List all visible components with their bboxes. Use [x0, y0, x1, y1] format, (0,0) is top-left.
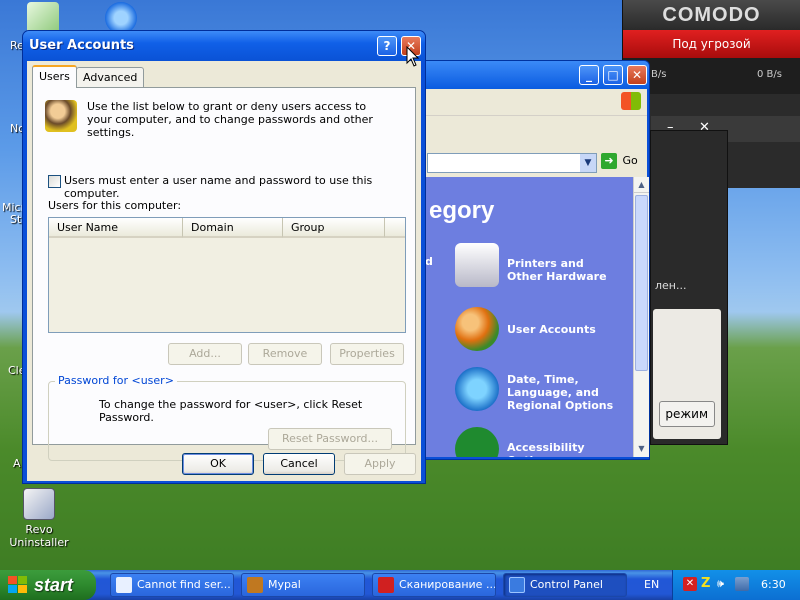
desktop-icon-revo[interactable]: Revo Uninstaller: [4, 488, 74, 549]
go-arrow-icon: ➜: [601, 153, 617, 169]
users-listview[interactable]: User Name Domain Group: [48, 217, 406, 333]
cp-titlebar: _ □ ✕: [421, 61, 649, 89]
taskbar-item-label: Control Panel: [530, 578, 603, 591]
properties-button[interactable]: Properties: [330, 343, 404, 365]
close-button[interactable]: ✕: [627, 65, 647, 85]
column-header-username[interactable]: User Name: [49, 218, 183, 238]
taskbar-item[interactable]: Cannot find ser...: [110, 573, 234, 597]
cp-category-label: Printers and Other Hardware: [507, 257, 607, 283]
taskbar-item-active[interactable]: Control Panel: [503, 573, 627, 597]
speed-in: B/s: [651, 69, 667, 80]
require-login-checkbox[interactable]: [48, 175, 61, 188]
add-button[interactable]: Add...: [168, 343, 242, 365]
tab-advanced[interactable]: Advanced: [76, 67, 145, 87]
accessibility-icon: [455, 427, 499, 457]
start-label: start: [34, 575, 74, 595]
bg-window-text: лен...: [655, 279, 687, 292]
remove-button[interactable]: Remove: [248, 343, 322, 365]
user-accounts-dialog: User Accounts ? ✕ Users Advanced Use the…: [22, 30, 426, 484]
taskbar-item-label: Сканирование ...: [399, 578, 496, 591]
intro-text: Use the list below to grant or deny user…: [87, 100, 373, 139]
language-indicator[interactable]: EN: [644, 578, 659, 591]
maximize-button[interactable]: □: [603, 65, 623, 85]
cp-menubar: [425, 89, 647, 115]
password-text: To change the password for <user>, click…: [99, 398, 363, 424]
control-panel-icon: [509, 577, 525, 593]
network-tray-icon[interactable]: [735, 577, 749, 591]
cancel-button[interactable]: Cancel: [263, 453, 335, 475]
cp-toolbar: [425, 115, 647, 149]
dialog-body: Users Advanced Use the list below to gra…: [27, 61, 421, 481]
cp-left-fragment: d: [425, 255, 433, 268]
dialog-title: User Accounts: [29, 38, 134, 53]
scroll-down-icon[interactable]: ▼: [634, 441, 649, 457]
z-tray-icon[interactable]: Z: [701, 577, 715, 591]
cp-addressbar: ▼ ➜ Go: [425, 149, 647, 177]
cp-category-label: Accessibility Options: [507, 441, 585, 457]
desktop-label-fragment: A: [13, 457, 21, 470]
printer-icon: [455, 243, 499, 287]
column-header-group[interactable]: Group: [283, 218, 385, 238]
control-panel-window: _ □ ✕ ▼ ➜ Go egory d Printers and Other …: [420, 60, 650, 460]
mouse-cursor-icon: [406, 46, 420, 67]
taskbar-item[interactable]: Сканирование ...: [372, 573, 496, 597]
users-icon: [455, 307, 499, 351]
users-label: Users for this computer:: [48, 199, 182, 212]
cp-category-label: Date, Time, Language, and Regional Optio…: [507, 373, 614, 412]
go-button[interactable]: ➜ Go: [601, 153, 641, 173]
column-header-filler: [385, 218, 405, 238]
taskbar-item[interactable]: Mypal: [241, 573, 365, 597]
system-tray: ✕ Z 🕪 6:30: [672, 570, 800, 600]
ok-button[interactable]: OK: [182, 453, 254, 475]
cp-content: egory d Printers and Other Hardware User…: [425, 177, 633, 457]
background-window: лен... режим: [650, 130, 728, 445]
windows-flag-icon: [8, 576, 27, 593]
revo-uninstaller-icon: [23, 488, 55, 520]
windows-logo-icon: [621, 92, 641, 110]
taskbar-item-label: Cannot find ser...: [137, 578, 231, 591]
clock[interactable]: 6:30: [761, 578, 786, 591]
password-group-label: Password for <user>: [55, 374, 177, 387]
address-input[interactable]: ▼: [427, 153, 597, 173]
sound-tray-icon[interactable]: 🕪: [717, 577, 731, 591]
column-header-domain[interactable]: Domain: [183, 218, 283, 238]
window-icon: [116, 577, 132, 593]
comodo-status[interactable]: Под угрозой: [623, 30, 800, 58]
reset-password-button[interactable]: Reset Password...: [268, 428, 392, 450]
apply-button[interactable]: Apply: [344, 453, 416, 475]
scroll-up-icon[interactable]: ▲: [634, 177, 649, 193]
users-keys-icon: [45, 100, 77, 132]
chevron-down-icon[interactable]: ▼: [580, 154, 596, 172]
checkbox-label[interactable]: Users must enter a user name and passwor…: [64, 174, 415, 200]
mypal-icon: [247, 577, 263, 593]
desktop-icon-label: Revo Uninstaller: [9, 523, 69, 549]
cp-heading: egory: [429, 197, 495, 224]
globe-calendar-icon: [455, 367, 499, 411]
speed-out: 0 B/s: [757, 69, 782, 80]
taskbar: start Cannot find ser... Mypal Сканирова…: [0, 570, 800, 600]
cp-category-label: User Accounts: [507, 323, 596, 336]
minimize-button[interactable]: _: [579, 65, 599, 85]
password-group: Password for <user> To change the passwo…: [48, 374, 406, 461]
scroll-thumb[interactable]: [635, 195, 648, 371]
cp-scrollbar[interactable]: ▲ ▼: [633, 177, 649, 457]
tab-panel-users: Use the list below to grant or deny user…: [32, 87, 416, 461]
comodo-scan-icon: [378, 577, 394, 593]
help-button[interactable]: ?: [377, 36, 397, 56]
bg-window-button[interactable]: режим: [659, 401, 715, 427]
desktop-label-fragment: St: [10, 213, 22, 226]
comodo-logo: COMODO: [623, 0, 800, 30]
tab-users[interactable]: Users: [32, 65, 77, 88]
dialog-titlebar[interactable]: User Accounts ? ✕: [23, 31, 425, 61]
comodo-tray-icon[interactable]: ✕: [683, 577, 697, 591]
taskbar-item-label: Mypal: [268, 578, 301, 591]
go-label: Go: [622, 154, 638, 167]
start-button[interactable]: start: [0, 570, 96, 600]
